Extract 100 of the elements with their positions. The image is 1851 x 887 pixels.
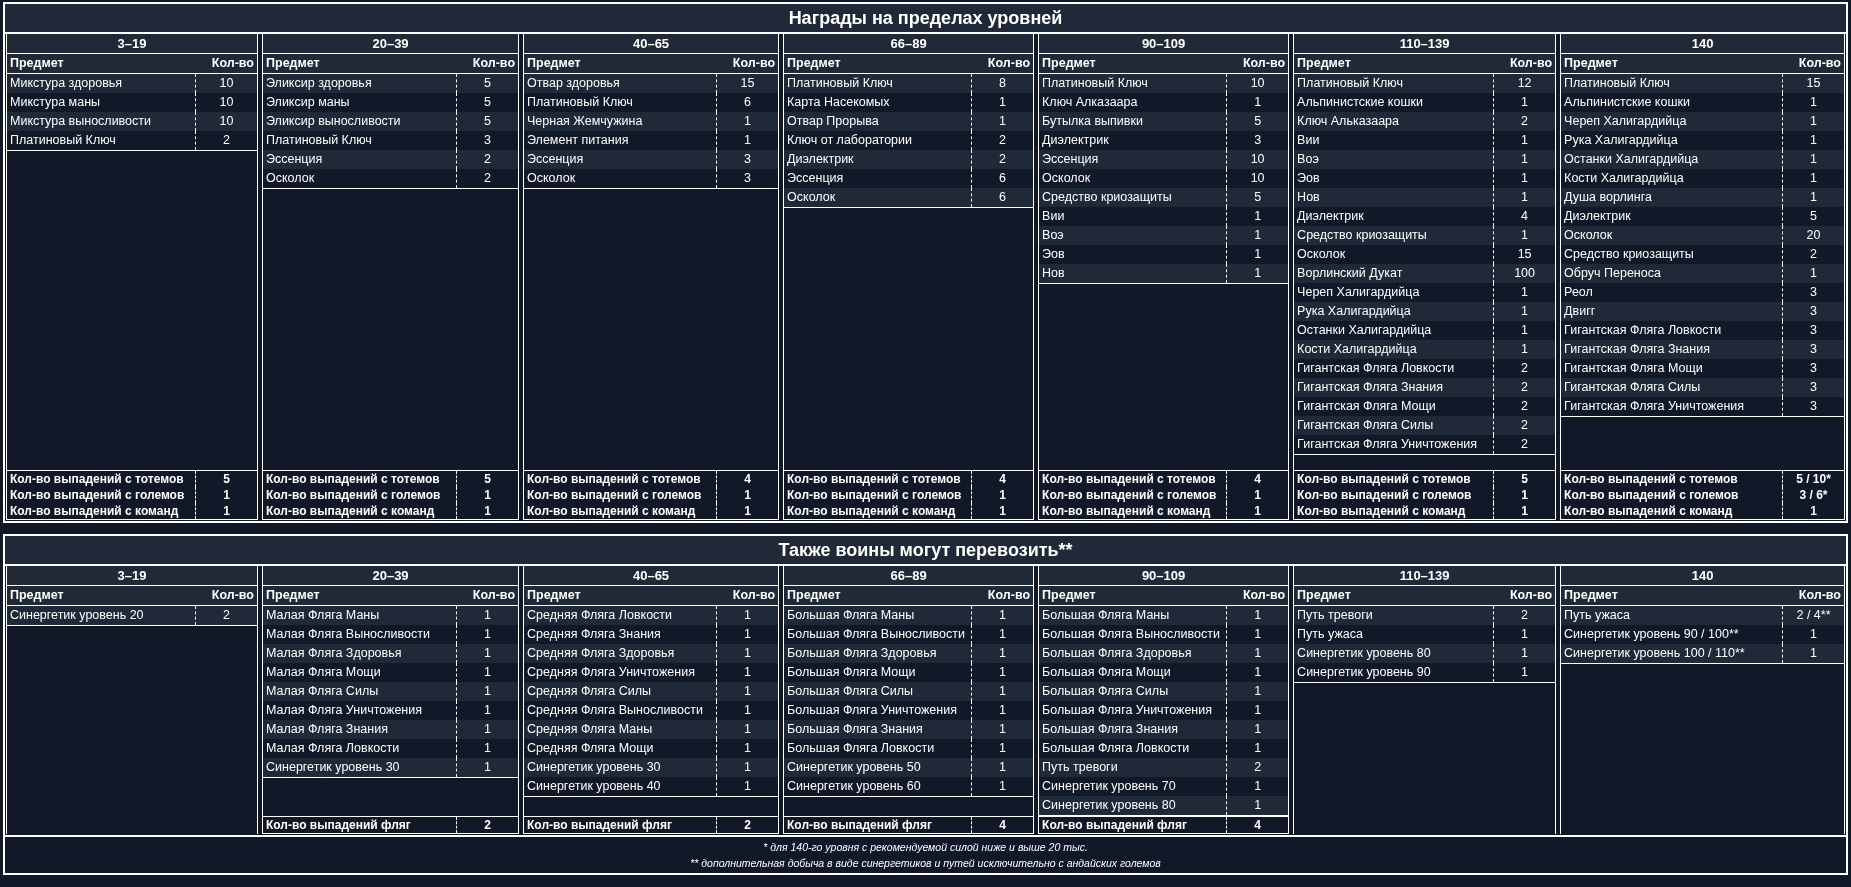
level-range-header: 3–19: [7, 566, 257, 586]
drop-count-value: 1: [716, 503, 779, 519]
section-title: Также воины могут перевозить**: [5, 536, 1846, 566]
level-range-header: 20–39: [263, 34, 519, 54]
item-name: Большая Фляга Маны: [786, 607, 916, 624]
item-name: Эов: [1041, 246, 1066, 263]
item-name: Отвар Прорыва: [786, 113, 880, 130]
item-name: Ключ Альказаара: [1296, 113, 1400, 130]
item-name: Большая Фляга Выносливости: [1041, 626, 1221, 643]
item-name: Осколок: [526, 170, 577, 187]
drop-count-value: 4: [716, 471, 779, 487]
item-name: Путь ужаса: [1563, 607, 1631, 624]
item-name: Большая Фляга Силы: [1041, 683, 1170, 700]
item-name: Кости Халигардийца: [1563, 170, 1685, 187]
drop-count-value: 1: [456, 487, 519, 503]
drop-count-label: Кол-во выпадений с команд: [9, 503, 180, 519]
item-name: Средняя Фляга Силы: [526, 683, 653, 700]
item-name: Микстура здоровья: [9, 75, 124, 92]
column-header: Предмет: [1041, 55, 1097, 72]
item-name: Средняя Фляга Здоровья: [526, 645, 676, 662]
item-name: Отвар здоровья: [526, 75, 621, 92]
item-name: Эов: [1296, 170, 1321, 187]
item-name: Малая Фляга Маны: [265, 607, 381, 624]
item-name: Средство криозащиты: [1296, 227, 1428, 244]
item-name: Осколок: [1296, 246, 1347, 263]
drop-count-value: 1: [195, 503, 257, 519]
item-name: Средняя Фляга Ловкости: [526, 607, 674, 624]
item-name: Путь ужаса: [1296, 626, 1364, 643]
item-name: Большая Фляга Уничтожения: [786, 702, 958, 719]
column-header: Кол-во: [471, 587, 517, 604]
item-count: 3: [716, 169, 779, 188]
column-header: Предмет: [9, 587, 65, 604]
item-name: Душа ворлинга: [1563, 189, 1653, 206]
item-name: Элемент питания: [526, 132, 630, 149]
item-name: Гигантская Фляга Силы: [1563, 379, 1702, 396]
drop-count-label: Кол-во выпадений с тотемов: [9, 471, 185, 487]
drop-count-label: Кол-во выпадений с команд: [1296, 503, 1467, 519]
item-name: Воэ: [1041, 227, 1065, 244]
level-range-header: 140: [1561, 34, 1844, 54]
item-name: Синергетик уровень 70: [1041, 778, 1177, 795]
item-count: 1: [971, 777, 1034, 796]
drop-count-value: 1: [971, 487, 1034, 503]
drop-count-value: 3 / 6*: [1782, 487, 1844, 503]
item-name: Ворлинский Дукат: [1296, 265, 1404, 282]
item-name: Платиновый Ключ: [786, 75, 894, 92]
item-name: Альпинистские кошки: [1563, 94, 1691, 111]
item-name: Средняя Фляга Выносливости: [526, 702, 704, 719]
item-name: Малая Фляга Здоровья: [265, 645, 403, 662]
drop-count-label: Кол-во выпадений с команд: [265, 503, 436, 519]
drop-count-value: 5: [195, 471, 257, 487]
item-count: 1: [1782, 644, 1844, 663]
item-name: Осколок: [265, 170, 316, 187]
item-name: Останки Халигардийца: [1563, 151, 1700, 168]
drop-count-value: 4: [1226, 471, 1289, 487]
item-name: Большая Фляга Ловкости: [1041, 740, 1191, 757]
column-header: Кол-во: [471, 55, 517, 72]
item-name: Рука Халигардийца: [1563, 132, 1679, 149]
level-range-header: 90–109: [1039, 566, 1289, 586]
item-name: Путь тревоги: [1296, 607, 1374, 624]
column-header: Кол-во: [731, 587, 777, 604]
item-name: Гигантская Фляга Силы: [1296, 417, 1435, 434]
drop-count-label: Кол-во выпадений фляг: [786, 817, 933, 833]
item-name: Обруч Переноса: [1563, 265, 1662, 282]
item-name: Микстура выносливости: [9, 113, 153, 130]
item-name: Ключ от лаборатории: [786, 132, 914, 149]
item-name: Средство криозащиты: [1563, 246, 1695, 263]
drop-count-label: Кол-во выпадений с команд: [1041, 503, 1212, 519]
drop-count-value: 1: [195, 487, 257, 503]
item-name: Большая Фляга Мощи: [1041, 664, 1172, 681]
item-name: Осколок: [1041, 170, 1092, 187]
column-header: Кол-во: [210, 587, 255, 604]
footnote: * для 140-го уровня с рекомендуемой силой ниже и выше 20 тыс.: [763, 840, 1088, 855]
drop-count-value: 1: [456, 503, 519, 519]
item-name: Кости Халигардийца: [1296, 341, 1418, 358]
column-header: Предмет: [1563, 587, 1619, 604]
item-name: Большая Фляга Здоровья: [786, 645, 938, 662]
drop-count-label: Кол-во выпадений фляг: [1041, 817, 1188, 833]
item-name: Нов: [1296, 189, 1321, 206]
item-name: Гигантская Фляга Мощи: [1296, 398, 1437, 415]
item-name: Эссенция: [1041, 151, 1100, 168]
drop-count-label: Кол-во выпадений с команд: [526, 503, 697, 519]
item-name: Гигантская Фляга Знания: [1563, 341, 1711, 358]
item-name: Платиновый Ключ: [526, 94, 634, 111]
column-header: Предмет: [526, 587, 582, 604]
item-name: Реол: [1563, 284, 1594, 301]
item-name: Синергетик уровень 50: [786, 759, 922, 776]
item-name: Синергетик уровень 100 / 110**: [1563, 645, 1746, 662]
item-name: Большая Фляга Здоровья: [1041, 645, 1193, 662]
item-name: Вии: [1041, 208, 1066, 225]
column-header: Предмет: [1296, 587, 1352, 604]
item-name: Гигантская Фляга Ловкости: [1296, 360, 1456, 377]
item-name: Малая Фляга Ловкости: [265, 740, 401, 757]
drop-count-value: 4: [971, 817, 1034, 833]
item-name: Малая Фляга Мощи: [265, 664, 382, 681]
drop-count-value: 1: [971, 503, 1034, 519]
item-name: Череп Халигардийца: [1296, 284, 1421, 301]
drop-count-label: Кол-во выпадений фляг: [265, 817, 412, 833]
item-count: 2: [456, 169, 519, 188]
level-range-header: 20–39: [263, 566, 519, 586]
item-name: Эссенция: [786, 170, 845, 187]
